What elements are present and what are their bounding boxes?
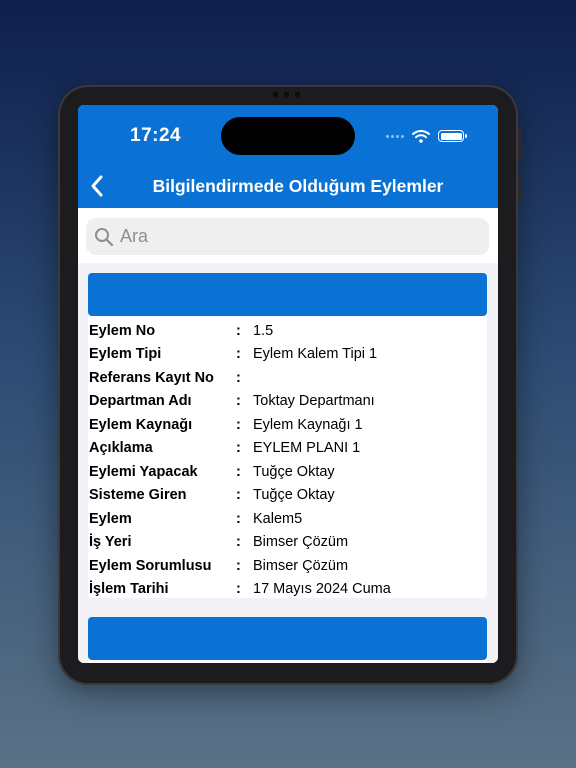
field-separator: : [236, 322, 241, 339]
field-separator: : [236, 369, 241, 386]
field-label: İşlem Tarihi [89, 581, 169, 598]
record-card-header [88, 273, 487, 316]
field-value: Eylem Kalem Tipi 1 [253, 346, 378, 363]
field-separator: : [236, 534, 241, 551]
field-separator: : [236, 393, 241, 410]
dynamic-island [221, 117, 355, 155]
field-label: Eylem Sorumlusu [89, 557, 212, 574]
record-fields: Eylem No:1.5 Eylem Tipi: Eylem Kalem Tipi… [88, 316, 487, 601]
field-value: Toktay Departmanı [253, 393, 375, 410]
field-value: 1.5 [253, 322, 274, 339]
front-camera [254, 90, 318, 98]
wifi-icon [412, 130, 430, 143]
field-row: Eylem Sorumlusu: Bimser Çözüm [88, 554, 487, 578]
field-separator: : [236, 346, 241, 363]
tablet-frame: 17:24 Bilgilendirmede Olduğum Eylemler A… [58, 85, 522, 685]
field-value: EYLEM PLANI 1 [253, 440, 361, 457]
field-row: Eylemi Yapacak: Tuğçe Oktay [88, 460, 487, 484]
field-row: İş Yeri: Bimser Çözüm [88, 531, 487, 555]
field-label: Eylem [89, 510, 132, 527]
search-placeholder: Ara [120, 226, 149, 246]
field-label: Sisteme Giren [89, 487, 187, 504]
record-card-header [88, 617, 487, 660]
field-value: Eylem Kaynağı 1 [253, 416, 363, 433]
field-label: Açıklama [89, 440, 153, 457]
field-label: Eylem Kaynağı [89, 416, 193, 433]
field-row: Referans Kayıt No: [88, 366, 487, 390]
status-time: 17:24 [130, 125, 182, 146]
cellular-signal-icon [386, 134, 404, 138]
field-label: Referans Kayıt No [89, 369, 214, 386]
field-separator: : [236, 510, 241, 527]
field-row: İşlem Tarihi:17 Mayıs 2024 Cuma [88, 578, 487, 602]
field-label: Eylem Tipi [89, 346, 162, 363]
field-label: İş Yeri [89, 534, 132, 551]
field-separator: : [236, 557, 241, 574]
field-label: Eylem No [89, 322, 156, 339]
field-separator: : [236, 416, 241, 433]
status-icons [386, 129, 467, 143]
field-row: Eylem Kaynağı: Eylem Kaynağı 1 [88, 413, 487, 437]
field-separator: : [236, 581, 241, 598]
field-row: Sisteme Giren: Tuğçe Oktay [88, 484, 487, 508]
battery-icon [438, 130, 467, 142]
page-title: Bilgilendirmede Olduğum Eylemler [152, 176, 444, 196]
field-value: Tuğçe Oktay [253, 487, 335, 504]
field-label: Departman Adı [89, 393, 192, 410]
field-separator: : [236, 440, 241, 457]
field-row: Eylem No:1.5 [88, 319, 487, 343]
field-row: Departman Adı: Toktay Departmanı [88, 390, 487, 414]
field-row: Eylem: Kalem5 [88, 507, 487, 531]
app-screen: 17:24 Bilgilendirmede Olduğum Eylemler A… [78, 105, 498, 663]
field-value: Kalem5 [253, 510, 303, 527]
search-input[interactable]: Ara [86, 218, 489, 255]
record-card[interactable]: Eylem No:1.5 Eylem Tipi: Eylem Kalem Tipi… [88, 273, 487, 598]
field-value: 17 Mayıs 2024 Cuma [253, 581, 391, 598]
field-row: Eylem Tipi: Eylem Kalem Tipi 1 [88, 343, 487, 367]
field-label: Eylemi Yapacak [89, 463, 198, 480]
search-icon [95, 227, 114, 246]
field-value: Bimser Çözüm [253, 557, 349, 574]
navigation-header: 17:24 Bilgilendirmede Olduğum Eylemler [78, 105, 498, 208]
power-button [518, 125, 522, 161]
field-separator: : [236, 463, 241, 480]
field-value: Tuğçe Oktay [253, 463, 335, 480]
field-value: Bimser Çözüm [253, 534, 349, 551]
field-separator: : [236, 487, 241, 504]
volume-up-button [518, 173, 522, 203]
record-card-next[interactable] [88, 617, 487, 663]
field-row: Açıklama: EYLEM PLANI 1 [88, 437, 487, 461]
